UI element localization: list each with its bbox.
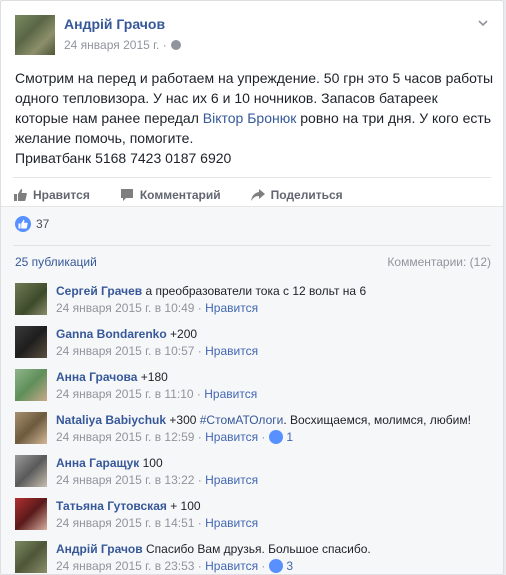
comment-button[interactable]: Комментарий [120, 184, 221, 205]
comment-date[interactable]: 24 января 2015 г. в 10:57 [56, 343, 194, 359]
comment-icon [120, 189, 133, 201]
comment-date[interactable]: 24 января 2015 г. в 14:51 [56, 515, 194, 531]
avatar[interactable] [15, 326, 47, 358]
comment-author[interactable]: Nataliya Babiychuk [56, 413, 166, 427]
comment-item: Сергей Грачев а преобразователи тока с 1… [15, 283, 493, 323]
post-meta: 24 января 2015 г. · [64, 38, 181, 52]
avatar[interactable] [15, 369, 47, 401]
comment-meta: 24 января 2015 г. в 13:22 · Нравится [56, 472, 259, 488]
comment-like-button[interactable]: Нравится [205, 515, 258, 531]
comment-text: +200 [166, 327, 198, 341]
comment-item: Анна Грачова +180 24 января 2015 г. в 11… [15, 369, 493, 409]
comment-author[interactable]: Андрій Грачов [56, 542, 143, 556]
comment-meta: 24 января 2015 г. в 10:49 · Нравится [56, 300, 259, 316]
avatar[interactable] [15, 455, 47, 487]
comment-date[interactable]: 24 января 2015 г. в 23:53 [56, 558, 194, 574]
author-avatar[interactable] [15, 15, 55, 55]
comment-text: Спасибо Вам друзья. Большое спасибо. [142, 542, 371, 556]
comment-item: Анна Гаращук 100 24 января 2015 г. в 13:… [15, 455, 493, 495]
comment-meta: 24 января 2015 г. в 11:10 · Нравится [56, 386, 258, 402]
avatar[interactable] [15, 412, 47, 444]
comment-meta: 24 января 2015 г. в 12:59 · Нравится · 1 [56, 429, 294, 445]
comment-text: +300 [166, 413, 200, 427]
share-icon [250, 189, 265, 201]
thumb-up-icon [14, 189, 27, 201]
comment-author[interactable]: Ganna Bondarenko [56, 327, 167, 341]
comments-count[interactable]: Комментарии: (12) [387, 255, 491, 269]
author-name[interactable]: Андрій Грачов [64, 16, 165, 32]
post-card: Андрій Грачов 24 января 2015 г. · Смотри… [0, 0, 504, 575]
avatar[interactable] [15, 541, 47, 573]
comment-meta: 24 января 2015 г. в 14:51 · Нравится [56, 515, 259, 531]
comment-like-button[interactable]: Нравится [205, 472, 258, 488]
publications-link[interactable]: 25 публикаций [15, 255, 97, 269]
likes-count: 37 [36, 217, 50, 231]
comment-date[interactable]: 24 января 2015 г. в 11:10 [56, 386, 194, 402]
post-text: Смотрим на перед и работаем на упреждени… [15, 70, 494, 166]
comments-area: 37 25 публикаций Комментарии: (12) Серге… [1, 207, 503, 574]
separator [13, 245, 491, 246]
comment-likes-count[interactable]: 1 [286, 429, 293, 445]
comment-meta: 24 января 2015 г. в 23:53 · Нравится · 3 [56, 558, 294, 574]
comment-item: Nataliya Babiychuk +300 #СтомАТОлоги. Во… [15, 412, 493, 452]
comment-author[interactable]: Анна Гаращук [56, 456, 139, 470]
comment-text: +180 [137, 370, 168, 384]
comment-author[interactable]: Сергей Грачев [56, 284, 142, 298]
hashtag-link[interactable]: #СтомАТОлоги [200, 413, 284, 427]
chevron-down-icon[interactable] [477, 17, 489, 29]
comment-date[interactable]: 24 января 2015 г. в 12:59 [56, 429, 194, 445]
share-button[interactable]: Поделиться [250, 184, 343, 205]
like-reaction-icon [269, 430, 284, 444]
mention-link[interactable]: Віктор Бронюк [203, 110, 297, 126]
comment-text: 100 [139, 456, 163, 470]
post-header: Андрій Грачов 24 января 2015 г. · [13, 13, 491, 57]
likes-summary[interactable]: 37 [15, 216, 49, 232]
comment-likes-count[interactable]: 3 [286, 558, 293, 574]
comment-like-button[interactable]: Нравится [205, 558, 258, 574]
comment-author[interactable]: Анна Грачова [56, 370, 137, 384]
comment-like-button[interactable]: Нравится [204, 386, 257, 402]
comment-item: Ganna Bondarenko +200 24 января 2015 г. … [15, 326, 493, 366]
post-actions: Нравится Комментарий Поделиться [13, 177, 491, 205]
comment-text: + 100 [166, 499, 201, 513]
avatar[interactable] [15, 283, 47, 315]
comment-meta: 24 января 2015 г. в 10:57 · Нравится [56, 343, 259, 359]
like-reaction-icon [269, 559, 284, 573]
comment-like-button[interactable]: Нравится [205, 343, 258, 359]
comment-date[interactable]: 24 января 2015 г. в 13:22 [56, 472, 194, 488]
comment-like-button[interactable]: Нравится [205, 429, 258, 445]
comment-author[interactable]: Татьяна Гутовская [56, 499, 167, 513]
globe-icon [170, 40, 181, 50]
like-reaction-icon [15, 216, 31, 232]
comment-like-button[interactable]: Нравится [205, 300, 258, 316]
comment-item: Андрій Грачов Спасибо Вам друзья. Большо… [15, 541, 493, 574]
post-date[interactable]: 24 января 2015 г. · [64, 38, 167, 52]
comment-text: а преобразователи тока с 12 вольт на 6 [142, 284, 367, 298]
like-button[interactable]: Нравится [13, 184, 90, 205]
comment-date[interactable]: 24 января 2015 г. в 10:49 [56, 300, 194, 316]
avatar[interactable] [15, 498, 47, 530]
comment-item: Татьяна Гутовская + 100 24 января 2015 г… [15, 498, 493, 538]
